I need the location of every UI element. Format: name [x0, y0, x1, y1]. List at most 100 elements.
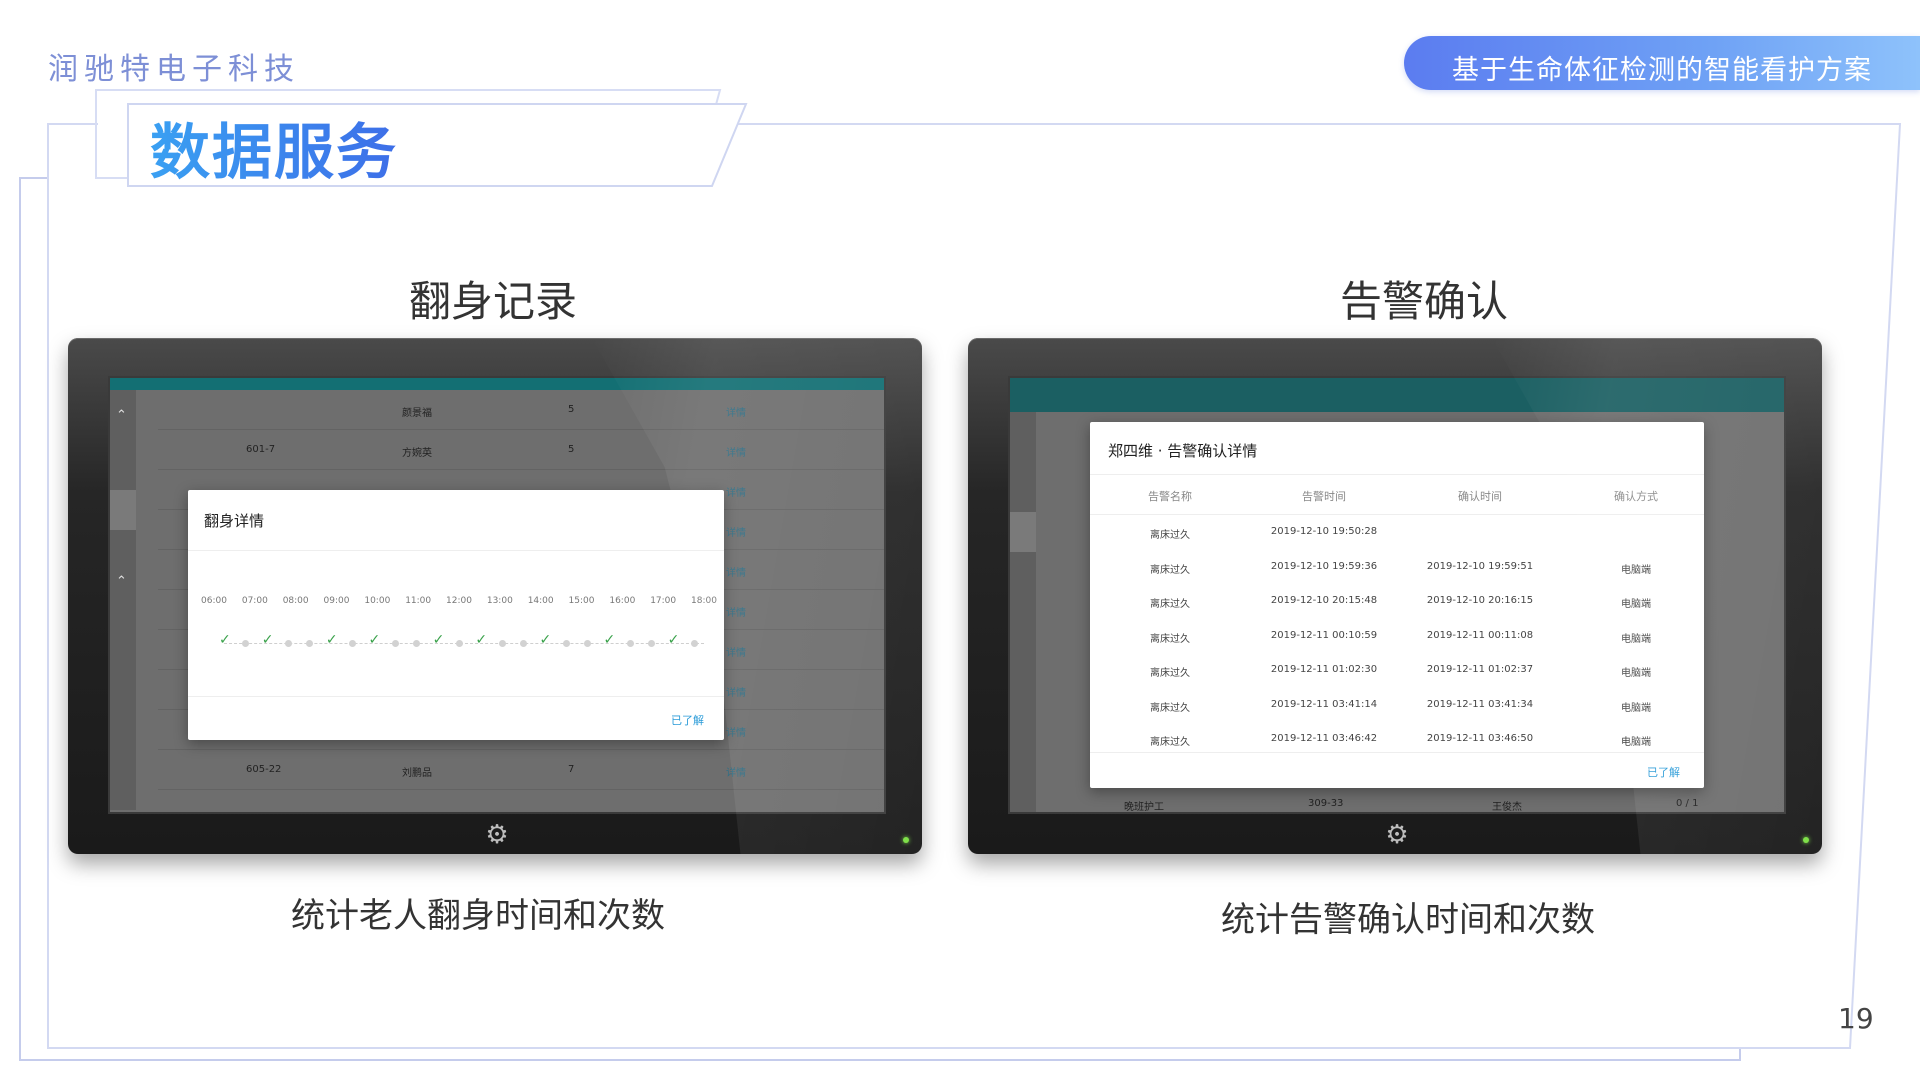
table-cell: 颜景福	[402, 408, 432, 419]
alarm-confirm-dialog: 郑四维 · 告警确认详情 告警名称 告警时间 确认时间 确认方式 离床过久 2019-1…	[1090, 422, 1704, 788]
column-header: 告警时间	[1302, 490, 1346, 503]
column-header: 确认时间	[1458, 490, 1502, 503]
power-led	[903, 837, 909, 843]
table-cell: 2019-12-10 19:59:36	[1270, 560, 1378, 572]
table-cell: 2019-12-11 03:46:50	[1426, 733, 1534, 744]
table-cell: 5	[568, 444, 575, 455]
check-icon: ✓	[539, 632, 552, 648]
acknowledge-button[interactable]: 已了解	[671, 712, 704, 728]
detail-link[interactable]: 详情	[726, 644, 746, 659]
table-cell: 2019-12-11 00:11:08	[1426, 629, 1534, 641]
table-row: 离床过久 2019-12-10 19:59:36 2019-12-10 19:59:…	[1090, 561, 1704, 581]
gear-icon: ⚙	[1385, 820, 1409, 850]
check-icon: ✓	[368, 632, 381, 648]
timeline-dot	[413, 640, 421, 647]
detail-link[interactable]: 详情	[726, 484, 746, 499]
timeline-dot	[391, 640, 399, 647]
app-header-bar	[110, 378, 884, 390]
table-cell: 离床过久	[1150, 668, 1190, 679]
table-cell: 刘鹏品	[402, 768, 432, 779]
time-tick-label: 13:00	[486, 596, 513, 606]
table-cell: 601-7	[246, 444, 276, 455]
time-tick-label: 07:00	[241, 596, 268, 606]
table-row: 离床过久 2019-12-10 20:15:48 2019-12-10 20:16:…	[1090, 595, 1704, 615]
timeline-dot	[562, 640, 570, 647]
table-row: 颜景福 5 详情	[158, 390, 884, 430]
table-cell: 2019-12-11 03:41:14	[1270, 698, 1378, 710]
table-cell: 方婉英	[402, 448, 432, 459]
table-cell: 电脑端	[1621, 564, 1651, 576]
power-led	[1803, 837, 1809, 843]
table-cell: 7	[568, 764, 575, 775]
table-row: 离床过久 2019-12-11 03:46:42 2019-12-11 03:46:…	[1090, 733, 1704, 753]
check-icon: ✓	[325, 632, 338, 648]
table-cell: 离床过久	[1150, 702, 1190, 714]
collapse-icon[interactable]: ⌃	[116, 574, 127, 589]
table-row: 离床过久 2019-12-11 00:10:59 2019-12-11 00:11:…	[1090, 630, 1704, 650]
check-icon: ✓	[475, 632, 488, 648]
table-cell: 2019-12-11 01:02:37	[1426, 664, 1534, 675]
table-cell: 电脑端	[1621, 668, 1651, 679]
timeline-dot	[349, 640, 357, 647]
detail-link[interactable]: 详情	[726, 724, 746, 739]
table-cell: 2019-12-10 20:16:15	[1426, 595, 1534, 606]
table-cell: 离床过久	[1150, 564, 1190, 576]
check-icon: ✓	[219, 632, 231, 648]
turnover-timeline: ✓ ✓ ✓ ✓ ✓ ✓ ✓ ✓ ✓	[219, 632, 704, 648]
timeline-dot	[584, 640, 592, 647]
app-sidebar	[110, 390, 136, 810]
time-tick-label: 17:00	[650, 596, 677, 606]
table-cell: 2019-12-11 00:10:59	[1270, 629, 1378, 641]
collapse-icon[interactable]: ⌃	[116, 408, 127, 423]
table-row: 601-7 方婉英 5 详情	[158, 430, 884, 470]
time-tick-label: 14:00	[527, 596, 554, 606]
timeline-dot	[498, 640, 506, 647]
table-row: 离床过久 2019-12-10 19:50:28	[1090, 526, 1704, 546]
detail-link[interactable]: 详情	[726, 764, 746, 779]
detail-link[interactable]: 详情	[726, 524, 746, 539]
timeline-dot	[648, 640, 656, 647]
page-number: 19	[1838, 1002, 1874, 1035]
detail-link[interactable]: 详情	[726, 404, 746, 419]
check-icon: ✓	[667, 632, 680, 648]
panel-right-caption: 统计告警确认时间和次数	[1221, 900, 1595, 940]
time-tick-label: 16:00	[609, 596, 636, 606]
check-icon: ✓	[432, 632, 445, 648]
table-cell: 离床过久	[1150, 633, 1190, 645]
time-tick-label: 15:00	[568, 596, 595, 606]
monitor-right-screen: 晚班护工 309-33 王俊杰 0 / 1 郑四维 · 告警确认详情 告警名称告…	[1008, 376, 1786, 814]
table-cell: 电脑端	[1621, 599, 1651, 610]
table-cell: 电脑端	[1621, 737, 1651, 748]
company-name: 润驰特电子科技	[48, 52, 300, 87]
time-tick-label: 06:00	[201, 596, 227, 606]
detail-link[interactable]: 详情	[726, 444, 746, 459]
table-cell: 电脑端	[1621, 702, 1651, 714]
turnover-detail-dialog: 翻身详情 06:00 07:00 08:00 09:00 10:00 11:00 12:00…	[188, 490, 724, 740]
detail-link[interactable]: 详情	[726, 684, 746, 699]
check-icon: ✓	[261, 632, 274, 648]
dialog-title: 翻身详情	[204, 512, 265, 530]
table-cell: 离床过久	[1150, 599, 1190, 610]
time-tick-label: 11:00	[405, 596, 432, 606]
timeline-dot	[285, 640, 293, 647]
app-sidebar	[1010, 412, 1036, 812]
table-cell: 离床过久	[1150, 530, 1190, 541]
timeline-dot	[306, 640, 314, 647]
table-row: 离床过久 2019-12-11 01:02:30 2019-12-11 01:02:…	[1090, 664, 1704, 684]
timeline-dot	[691, 640, 698, 647]
acknowledge-button[interactable]: 已了解	[1647, 764, 1680, 780]
table-cell: 5	[568, 404, 575, 415]
timeline-dot	[242, 640, 250, 647]
detail-link[interactable]: 详情	[726, 564, 746, 579]
table-header: 告警名称 告警时间 确认时间 确认方式	[1090, 488, 1704, 508]
panel-left-caption: 统计老人翻身时间和次数	[291, 896, 665, 936]
table-row: 605-22 刘鹏品 7 详情	[158, 750, 884, 790]
section-title: 数据服务	[150, 104, 398, 191]
table-cell: 2019-12-11 03:41:34	[1426, 698, 1534, 710]
timeline-dot	[626, 640, 634, 647]
table-cell: 2019-12-10 20:15:48	[1270, 595, 1378, 606]
detail-link[interactable]: 详情	[726, 604, 746, 619]
time-tick-label: 08:00	[282, 596, 309, 606]
time-tick-label: 12:00	[446, 596, 472, 606]
monitor-left-screen: ⌃ ⌃ 颜景福 5 详情 601-7 方婉英 5 详情 详情 详情 详情 详情 详情 详情 详情 605-2…	[108, 376, 886, 814]
